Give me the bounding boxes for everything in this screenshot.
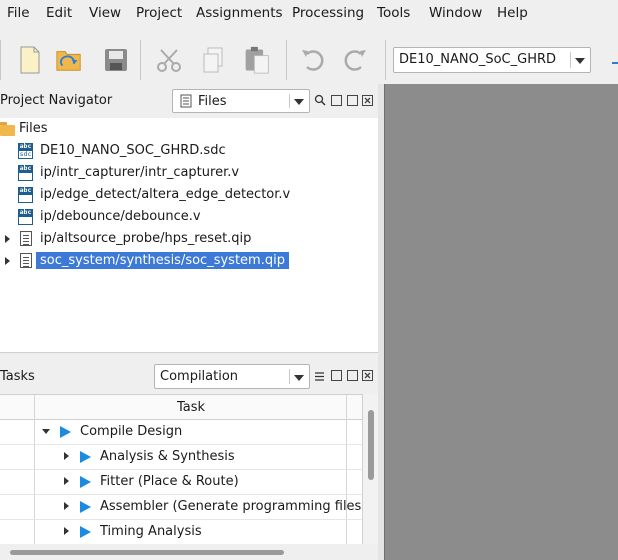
task-row[interactable]: Assembler (Generate programming files): [0, 495, 366, 520]
play-icon[interactable]: [80, 476, 91, 488]
navigator-view-value: Files: [198, 94, 227, 109]
menu-view[interactable]: View: [89, 5, 121, 21]
task-label: Fitter (Place & Route): [100, 474, 239, 489]
task-label: Analysis & Synthesis: [100, 449, 235, 464]
chevron-down-icon: [287, 90, 309, 112]
redo-icon[interactable]: [342, 44, 370, 76]
expand-arrow-icon[interactable]: [64, 527, 69, 535]
toolbar-separator: [140, 40, 141, 80]
task-row[interactable]: Timing Analysis: [0, 520, 362, 545]
revision-select-value: DE10_NANO_SoC_GHRD: [399, 52, 557, 67]
revision-select[interactable]: DE10_NANO_SoC_GHRD: [393, 47, 591, 73]
quartus-window: File Edit View Project Assignments Proce…: [0, 0, 618, 560]
document-icon: [20, 253, 32, 268]
pin-icon[interactable]: [331, 95, 342, 106]
menu-assignments[interactable]: Assignments: [196, 5, 283, 21]
tree-item-label: soc_system/synthesis/soc_system.qip: [36, 252, 289, 269]
tree-item-file[interactable]: ip/altsource_probe/hps_reset.qip: [0, 228, 378, 250]
expand-arrow-icon[interactable]: [64, 502, 69, 510]
menu-window[interactable]: Window: [429, 5, 482, 21]
table-header: Task: [0, 395, 362, 420]
overflow-indicator: [612, 62, 618, 64]
task-label: Compile Design: [80, 424, 183, 439]
play-icon[interactable]: [80, 451, 91, 463]
task-row[interactable]: Fitter (Place & Route): [0, 470, 362, 495]
expand-arrow-icon[interactable]: [5, 235, 10, 243]
menu-processing[interactable]: Processing: [292, 5, 364, 21]
task-row[interactable]: Analysis & Synthesis: [0, 445, 362, 470]
expand-arrow-icon[interactable]: [64, 452, 69, 460]
play-icon[interactable]: [60, 426, 71, 438]
scrollbar-thumb[interactable]: [10, 550, 284, 555]
tree-item-file-selected[interactable]: soc_system/synthesis/soc_system.qip: [0, 250, 378, 272]
copy-icon[interactable]: [200, 44, 228, 76]
new-file-icon[interactable]: [16, 44, 44, 76]
tree-item-file[interactable]: abc sdc DE10_NANO_SOC_GHRD.sdc: [0, 140, 378, 162]
toolbar-separator: [286, 40, 287, 80]
toolbar-separator: [385, 40, 386, 80]
menu-icon[interactable]: [314, 371, 325, 382]
menu-bar: File Edit View Project Assignments Proce…: [0, 0, 618, 27]
tree-item-file[interactable]: abc ip/intr_capturer/intr_capturer.v: [0, 162, 378, 184]
folder-icon: [0, 122, 15, 136]
tree-item-label: DE10_NANO_SOC_GHRD.sdc: [40, 143, 226, 158]
tree-item-label: ip/intr_capturer/intr_capturer.v: [40, 165, 240, 180]
search-icon[interactable]: [314, 94, 326, 106]
float-icon[interactable]: [347, 370, 358, 381]
collapse-arrow-icon[interactable]: [42, 429, 50, 434]
abc-sdc-icon: abc sdc: [18, 142, 33, 159]
menu-tools[interactable]: Tools: [377, 5, 410, 21]
tasks-table: Task Compile Design Analysis & Synthesis…: [0, 394, 366, 545]
expand-arrow-icon[interactable]: [64, 477, 69, 485]
flow-select-value: Compilation: [160, 369, 239, 384]
files-view-icon: [180, 94, 192, 108]
panel-splitter[interactable]: [0, 352, 378, 360]
vertical-scrollbar[interactable]: [362, 394, 378, 544]
task-label: Timing Analysis: [100, 524, 202, 539]
task-row[interactable]: Compile Design: [0, 420, 362, 445]
expand-arrow-icon[interactable]: [5, 257, 10, 265]
tree-item-label: ip/debounce/debounce.v: [40, 209, 201, 224]
close-icon[interactable]: [362, 370, 373, 381]
menu-edit[interactable]: Edit: [46, 5, 72, 21]
files-tree: Files abc sdc DE10_NANO_SOC_GHRD.sdc abc …: [0, 118, 378, 352]
menu-file[interactable]: File: [7, 5, 30, 21]
open-project-icon[interactable]: [55, 44, 83, 76]
document-icon: [20, 231, 32, 246]
cut-icon[interactable]: [155, 44, 183, 76]
scrollbar-thumb[interactable]: [368, 410, 374, 480]
tree-item-file[interactable]: abc ip/debounce/debounce.v: [0, 206, 378, 228]
abc-file-icon: abc: [18, 187, 33, 203]
abc-file-icon: abc: [18, 165, 33, 181]
flow-select[interactable]: Compilation: [154, 364, 310, 389]
project-navigator-title: Project Navigator: [0, 93, 113, 108]
tree-root-label: Files: [19, 121, 48, 136]
undo-icon[interactable]: [298, 44, 326, 76]
tree-item-label: ip/altsource_probe/hps_reset.qip: [40, 231, 252, 246]
tasks-title: Tasks: [0, 369, 35, 384]
column-header-task[interactable]: Task: [177, 400, 205, 415]
paste-icon[interactable]: [243, 44, 271, 76]
tree-root-files[interactable]: Files: [0, 118, 378, 140]
play-icon[interactable]: [80, 526, 91, 538]
toolbar-separator: [0, 40, 1, 80]
pin-icon[interactable]: [331, 370, 342, 381]
tree-item-label: ip/edge_detect/altera_edge_detector.v: [40, 187, 291, 202]
horizontal-scrollbar[interactable]: [0, 544, 378, 560]
menu-help[interactable]: Help: [497, 5, 528, 21]
workspace-area: [384, 84, 618, 560]
close-icon[interactable]: [362, 95, 373, 106]
chevron-down-icon: [287, 365, 309, 388]
float-icon[interactable]: [347, 95, 358, 106]
tree-item-file[interactable]: abc ip/edge_detect/altera_edge_detector.…: [0, 184, 378, 206]
task-label: Assembler (Generate programming files): [100, 499, 367, 514]
play-icon[interactable]: [80, 501, 91, 513]
navigator-view-select[interactable]: Files: [172, 89, 310, 113]
menu-project[interactable]: Project: [136, 5, 182, 21]
save-icon[interactable]: [102, 44, 130, 76]
chevron-down-icon: [568, 48, 590, 72]
abc-file-icon: abc: [18, 209, 33, 225]
